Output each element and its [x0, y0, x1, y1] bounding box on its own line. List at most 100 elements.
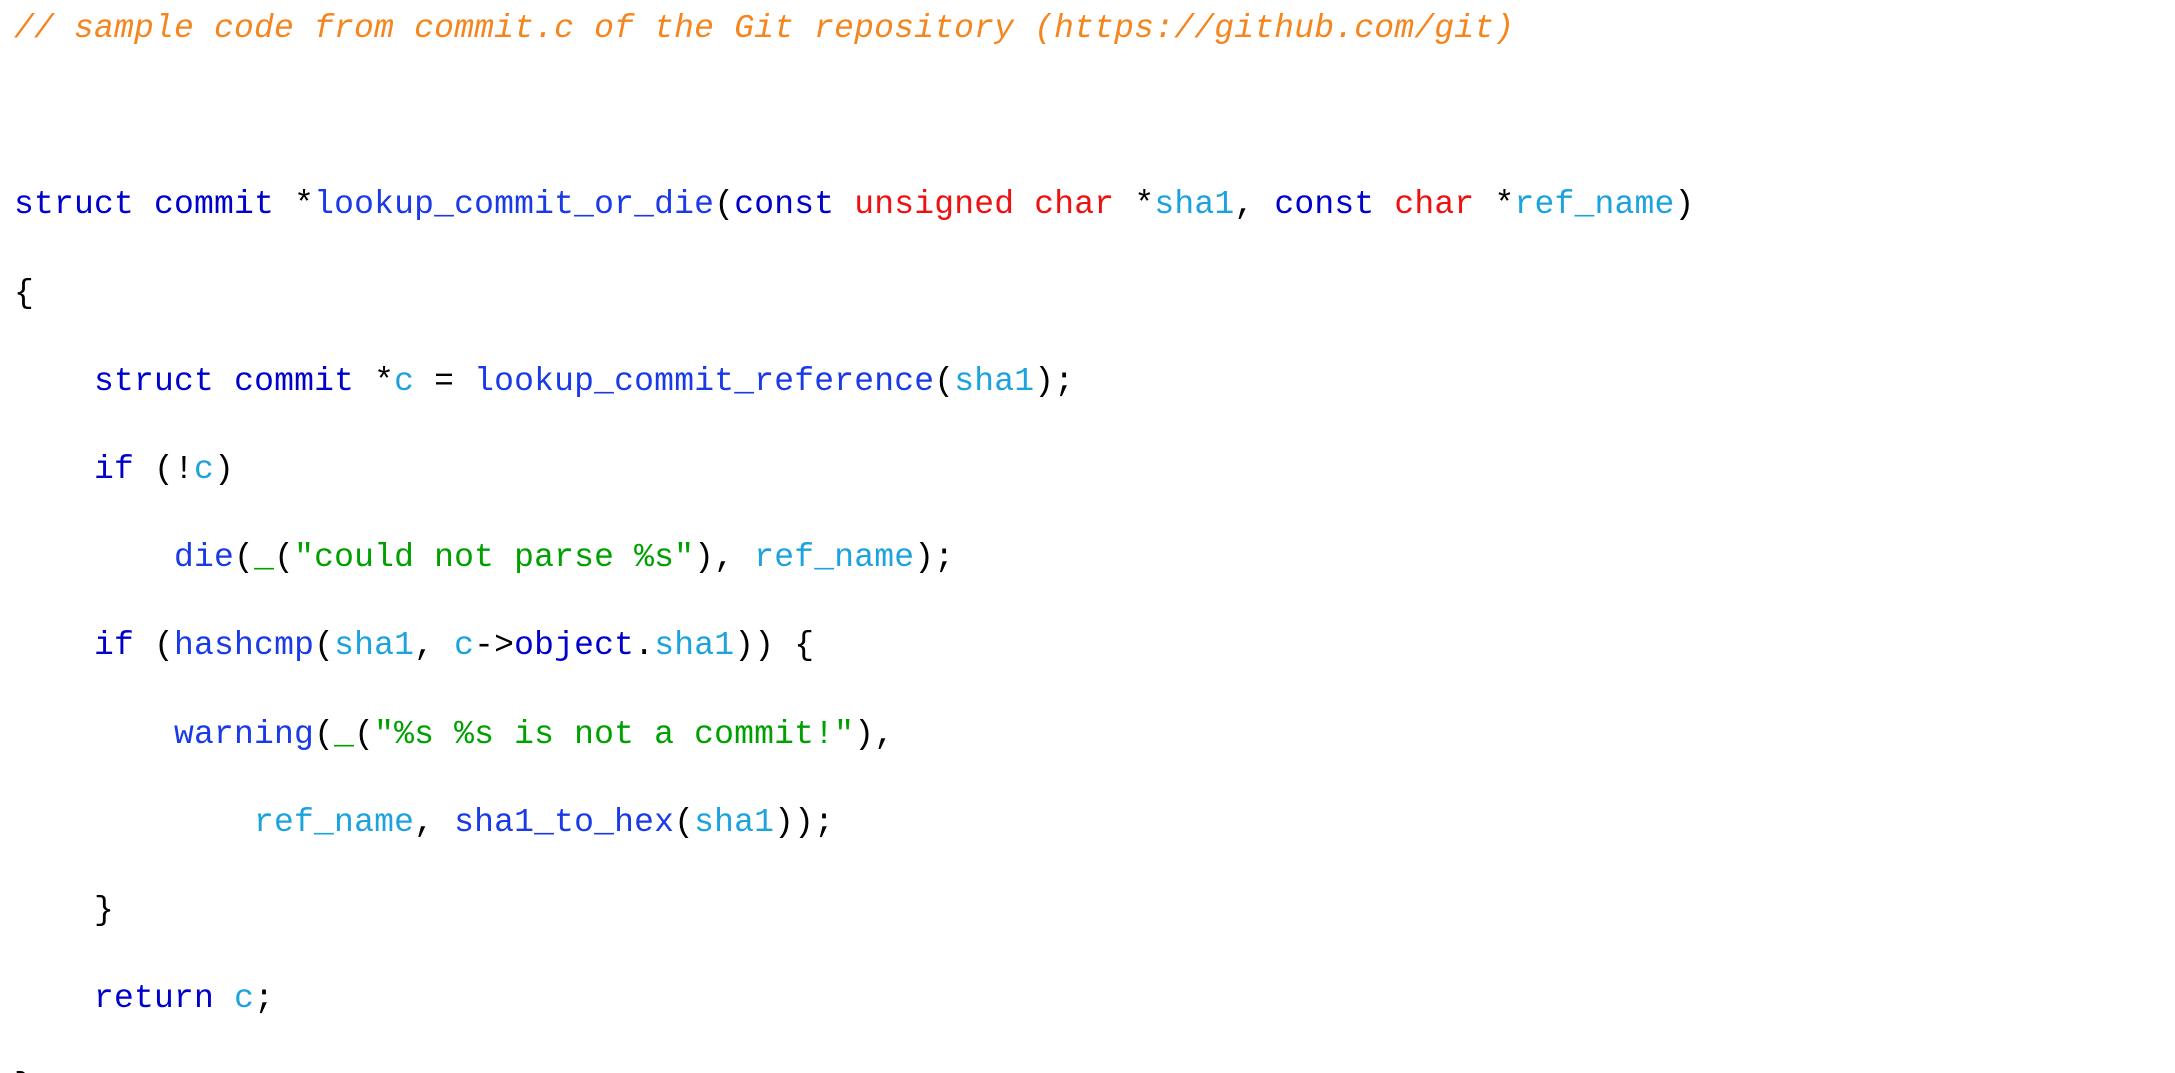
code-token-func: lookup_commit_or_die [314, 186, 715, 224]
code-token-punct: -> [474, 627, 515, 665]
code-token-func: hashcmp [174, 627, 315, 665]
code-line: if (hashcmp(sha1, c->object.sha1)) { [14, 625, 2175, 668]
code-line: struct commit *lookup_commit_or_die(cons… [14, 184, 2175, 227]
code-token-punct: ( [714, 186, 735, 224]
code-token-keyword: if [94, 450, 135, 488]
code-token-punct: (! [134, 450, 195, 488]
code-token-punct: ) [214, 450, 235, 488]
code-line: die(_("could not parse %s"), ref_name); [14, 537, 2175, 580]
code-token-keyword: struct [14, 186, 135, 224]
code-token-punct: } [14, 891, 115, 929]
code-token-keyword: commit [234, 362, 355, 400]
code-token-var: ref_name [254, 803, 415, 841]
code-token-type: char [1394, 186, 1475, 224]
code-token-var: sha1 [334, 627, 415, 665]
code-token-punct: * [1494, 186, 1515, 224]
code-token-comment: // sample code from commit.c of the Git … [14, 10, 1515, 47]
code-token-punct: ( [934, 362, 955, 400]
code-token-keyword: return [94, 980, 215, 1018]
code-line: warning(_("%s %s is not a commit!"), [14, 714, 2175, 757]
code-token-punct: ; [254, 980, 275, 1018]
code-token-string: _ [334, 715, 355, 753]
code-line: struct commit *c = lookup_commit_referen… [14, 361, 2175, 404]
code-token-punct: , [414, 627, 455, 665]
code-token-keyword: const [1274, 186, 1375, 224]
code-token-var: sha1 [1154, 186, 1235, 224]
code-line: ref_name, sha1_to_hex(sha1)); [14, 802, 2175, 845]
code-token-var: sha1 [694, 803, 775, 841]
code-token-punct: } [14, 1068, 34, 1073]
code-token-punct: ( [314, 715, 335, 753]
code-line: if (!c) [14, 449, 2175, 492]
code-token-keyword: commit [154, 186, 275, 224]
code-token-var: c [394, 362, 415, 400]
code-token-punct: )); [774, 803, 835, 841]
code-token-func: sha1_to_hex [454, 803, 675, 841]
code-token-punct: ( [274, 539, 295, 577]
code-token-var: c [194, 450, 215, 488]
code-token-keyword: object [514, 627, 635, 665]
code-token-punct: ) [1674, 186, 1695, 224]
code-token-punct: ( [234, 539, 255, 577]
code-token-punct: { [14, 274, 35, 312]
code-token-punct: * [294, 186, 315, 224]
code-token-var: c [234, 980, 255, 1018]
code-line: } [14, 890, 2175, 933]
code-token-punct: ), [694, 539, 755, 577]
code-token-string: _ [254, 539, 275, 577]
code-token-type: char [1034, 186, 1115, 224]
code-token-func: die [174, 539, 235, 577]
code-token-punct: ( [314, 627, 335, 665]
code-token-punct: . [634, 627, 655, 665]
code-token-string: "%s %s is not a commit!" [374, 715, 855, 753]
code-token-keyword: struct [94, 362, 215, 400]
code-token-punct: = [414, 362, 475, 400]
code-token-var: sha1 [954, 362, 1035, 400]
code-line: // sample code from commit.c of the Git … [14, 8, 2175, 51]
code-token-punct: , [414, 803, 455, 841]
code-token-punct: ), [854, 715, 895, 753]
code-token-punct: * [1134, 186, 1155, 224]
code-token-punct: ( [674, 803, 695, 841]
code-token-punct: * [374, 362, 395, 400]
code-token-punct: ( [134, 627, 175, 665]
code-line: return c; [14, 978, 2175, 1021]
code-listing-figure: // sample code from commit.c of the Git … [0, 0, 2175, 1073]
code-token-punct: , [1234, 186, 1275, 224]
code-token-var: c [454, 627, 475, 665]
code-line: { [14, 273, 2175, 316]
code-token-var: sha1 [654, 627, 735, 665]
code-line: } [14, 1066, 2175, 1073]
code-token-keyword: const [734, 186, 835, 224]
code-token-var: ref_name [1514, 186, 1675, 224]
code-block[interactable]: // sample code from commit.c of the Git … [14, 8, 2175, 1073]
code-token-func: lookup_commit_reference [474, 362, 935, 400]
code-token-string: "could not parse %s" [294, 539, 695, 577]
code-token-punct: )) { [734, 627, 815, 665]
code-token-punct: ( [354, 715, 375, 753]
code-token-func: warning [174, 715, 315, 753]
code-token-var: ref_name [754, 539, 915, 577]
code-token-punct: ); [914, 539, 955, 577]
code-line: ​ [14, 96, 2175, 139]
code-token-keyword: if [94, 627, 135, 665]
code-token-punct: ); [1034, 362, 1075, 400]
code-content: // sample code from commit.c of the Git … [14, 8, 2175, 1073]
code-token-type: unsigned [854, 186, 1015, 224]
